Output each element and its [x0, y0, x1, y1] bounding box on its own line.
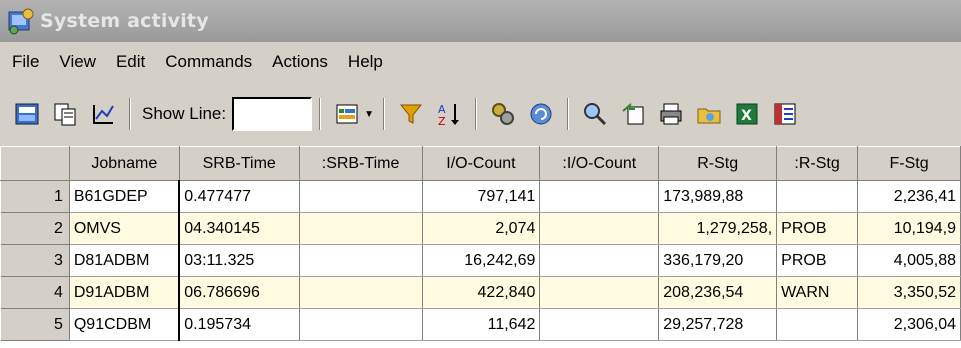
cell-srb-time-delta — [299, 276, 423, 309]
menu-file[interactable]: File — [0, 52, 49, 72]
row-number: 3 — [0, 244, 70, 277]
menu-edit[interactable]: Edit — [106, 52, 155, 72]
cell-io-count: 2,074 — [422, 212, 541, 245]
cell-jobname: B61GDEP — [69, 180, 180, 213]
cell-f-stg: 2,306,04 — [857, 308, 961, 341]
chevron-down-icon[interactable]: ▼ — [364, 109, 374, 120]
header-row: Jobname SRB-Time :SRB-Time I/O-Count :I/… — [0, 146, 961, 181]
menu-bar: File View Edit Commands Actions Help — [0, 42, 961, 82]
cell-io-count: 422,840 — [422, 276, 541, 309]
toolbar-separator — [475, 98, 478, 130]
row-number: 2 — [0, 212, 70, 245]
window-title: System activity — [40, 10, 209, 32]
cell-r-stg: 208,236,54 — [658, 276, 778, 309]
cell-jobname: Q91CDBM — [69, 308, 180, 341]
cell-srb-time: 0.477477 — [178, 180, 300, 213]
cell-f-stg: 4,005,88 — [857, 244, 961, 277]
cell-srb-time: 0.195734 — [178, 308, 300, 341]
cell-r-stg-delta: WARN — [776, 276, 859, 309]
cell-r-stg: 173,989,88 — [658, 180, 778, 213]
report-icon[interactable] — [770, 99, 800, 129]
cell-srb-time-delta — [299, 180, 423, 213]
export-icon[interactable] — [618, 99, 648, 129]
cell-srb-time: 04.340145 — [178, 212, 300, 245]
cell-r-stg-delta: PROB — [776, 244, 859, 277]
cell-srb-time: 03:11.325 — [178, 244, 300, 277]
cell-f-stg: 2,236,41 — [857, 180, 961, 213]
cell-io-count-delta — [539, 212, 660, 245]
excel-icon[interactable]: X — [732, 99, 762, 129]
cell-srb-time-delta — [299, 308, 423, 341]
cell-r-stg-delta: PROB — [776, 212, 859, 245]
search-icon[interactable] — [580, 99, 610, 129]
column-header-io-count[interactable]: I/O-Count — [421, 146, 541, 181]
refresh-icon[interactable] — [12, 99, 42, 129]
toolbar-separator — [383, 98, 386, 130]
cell-io-count: 16,242,69 — [422, 244, 541, 277]
table-row[interactable]: 5 Q91CDBM 0.195734 11,642 29,257,728 2,3… — [0, 308, 961, 341]
title-bar: System activity — [0, 0, 961, 42]
toolbar-separator — [319, 98, 322, 130]
copy-icon[interactable] — [50, 99, 80, 129]
cell-r-stg: 336,179,20 — [658, 244, 778, 277]
cell-srb-time-delta — [299, 244, 423, 277]
cell-f-stg: 10,194,9 — [857, 212, 961, 245]
toolbar-separator — [129, 98, 131, 130]
table-row[interactable]: 1 B61GDEP 0.477477 797,141 173,989,88 2,… — [0, 180, 961, 213]
cell-r-stg-delta — [776, 308, 859, 341]
row-number: 1 — [0, 180, 70, 213]
cell-io-count-delta — [539, 244, 660, 277]
column-header-jobname[interactable]: Jobname — [68, 146, 180, 181]
cell-io-count-delta — [539, 276, 660, 309]
table-row[interactable]: 3 D81ADBM 03:11.325 16,242,69 336,179,20… — [0, 244, 961, 277]
reload-icon[interactable] — [526, 99, 556, 129]
cell-io-count: 11,642 — [422, 308, 541, 341]
column-header-r-stg[interactable]: R-Stg — [658, 146, 778, 181]
column-header-io-count-delta[interactable]: :I/O-Count — [539, 146, 660, 181]
cell-jobname: D81ADBM — [69, 244, 180, 277]
columns-icon[interactable] — [332, 99, 362, 129]
chart-edit-icon[interactable] — [88, 99, 118, 129]
filter-icon[interactable] — [396, 99, 426, 129]
menu-commands[interactable]: Commands — [155, 52, 262, 72]
column-header-srb-time-delta[interactable]: :SRB-Time — [298, 146, 423, 181]
cell-r-stg-delta — [776, 180, 859, 213]
cell-r-stg: 1,279,258, — [658, 212, 778, 245]
row-number: 4 — [0, 276, 70, 309]
menu-help[interactable]: Help — [338, 52, 393, 72]
svg-text:Z: Z — [438, 115, 446, 127]
menu-actions[interactable]: Actions — [262, 52, 338, 72]
print-icon[interactable] — [656, 99, 686, 129]
column-header-r-stg-delta[interactable]: :R-Stg — [776, 146, 859, 181]
cell-f-stg: 3,350,52 — [857, 276, 961, 309]
cell-srb-time-delta — [299, 212, 423, 245]
sort-icon[interactable]: AZ — [434, 99, 464, 129]
cell-io-count: 797,141 — [422, 180, 541, 213]
row-number: 5 — [0, 308, 70, 341]
cell-srb-time: 06.786696 — [178, 276, 300, 309]
activity-table: Jobname SRB-Time :SRB-Time I/O-Count :I/… — [0, 146, 961, 348]
cell-io-count-delta — [539, 180, 660, 213]
toolbar-separator — [567, 98, 570, 130]
cell-jobname: D91ADBM — [69, 276, 180, 309]
open-folder-icon[interactable] — [694, 99, 724, 129]
gear-icon[interactable] — [488, 99, 518, 129]
table-row[interactable]: 2 OMVS 04.340145 2,074 1,279,258, PROB 1… — [0, 212, 961, 245]
toolbar: Show Line: ▼ AZ X — [0, 82, 961, 146]
show-line-input[interactable] — [232, 97, 313, 131]
cell-r-stg: 29,257,728 — [658, 308, 778, 341]
svg-text:X: X — [741, 108, 752, 124]
column-header-rownum[interactable] — [0, 146, 70, 181]
cell-jobname: OMVS — [69, 212, 180, 245]
cell-io-count-delta — [539, 308, 660, 341]
menu-view[interactable]: View — [49, 52, 106, 72]
column-header-f-stg[interactable]: F-Stg — [857, 146, 961, 181]
system-activity-icon — [6, 6, 36, 36]
table-row[interactable]: 4 D91ADBM 06.786696 422,840 208,236,54 W… — [0, 276, 961, 309]
column-header-srb-time[interactable]: SRB-Time — [178, 146, 300, 181]
show-line-label: Show Line: — [142, 104, 227, 123]
